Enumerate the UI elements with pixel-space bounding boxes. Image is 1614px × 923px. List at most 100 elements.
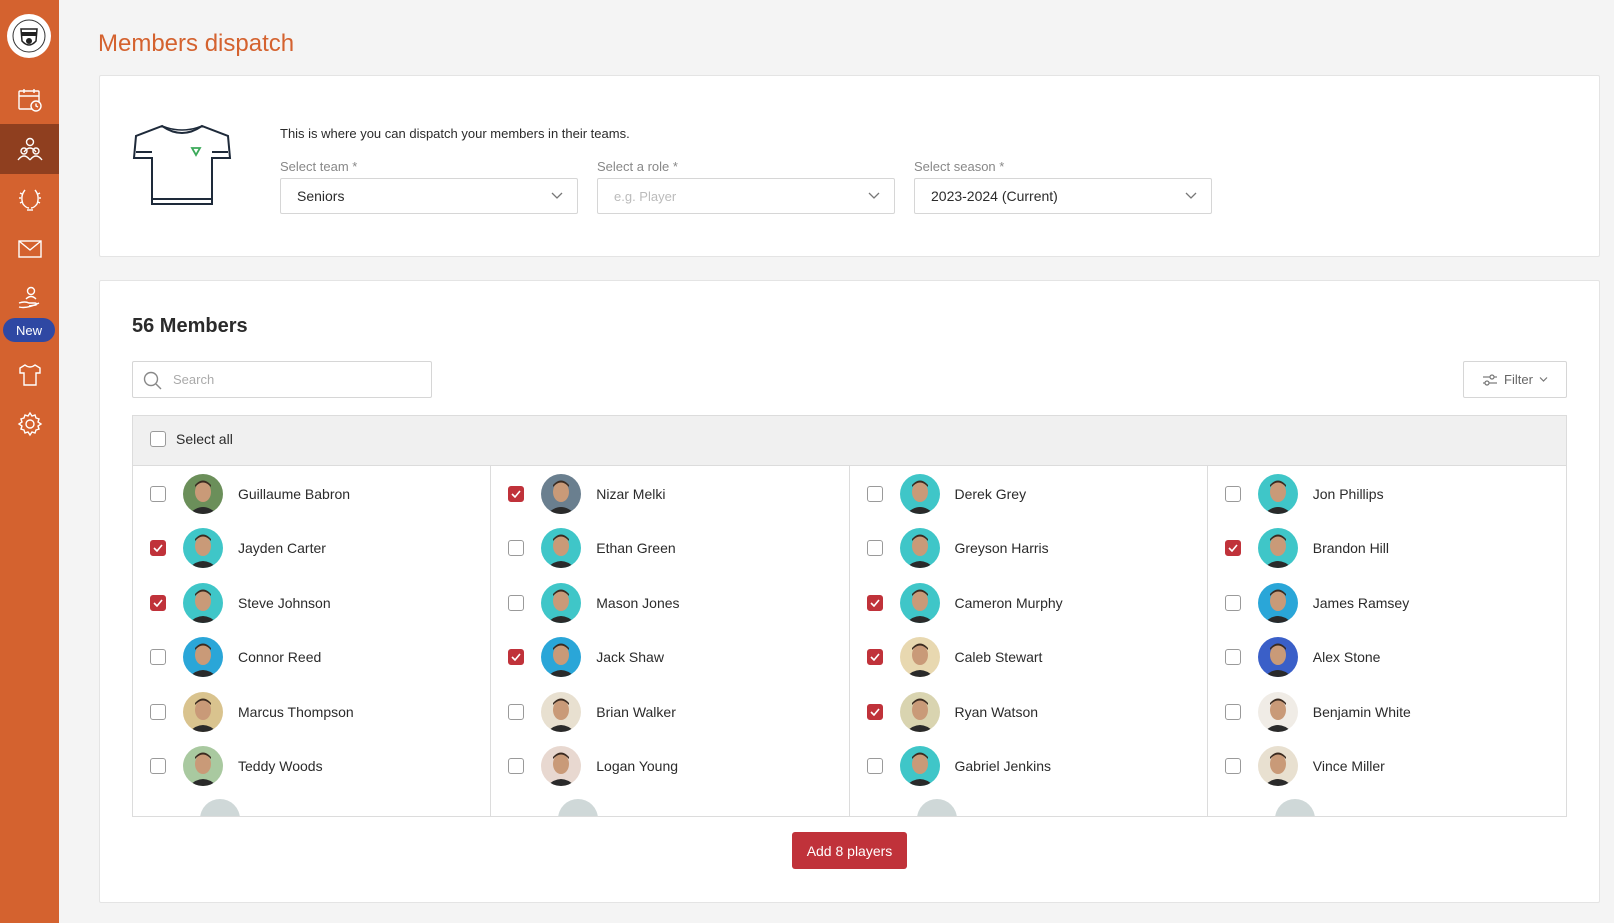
member-row[interactable]: Guillaume Babron <box>150 474 350 514</box>
person-photo-icon <box>905 698 934 732</box>
member-row[interactable]: Cameron Murphy <box>866 583 1063 623</box>
member-avatar <box>541 637 582 677</box>
member-avatar-partial <box>1274 799 1315 816</box>
member-avatar <box>1257 637 1298 677</box>
member-row[interactable]: Marcus Thompson <box>150 692 354 732</box>
member-row[interactable]: Vince Miller <box>1224 746 1385 786</box>
checkmark-icon <box>511 653 521 661</box>
member-name: James Ramsey <box>1312 595 1410 611</box>
season-label: Select season * <box>914 159 1005 174</box>
member-row[interactable]: Jon Phillips <box>1224 474 1384 514</box>
nav-competitions[interactable] <box>0 174 59 224</box>
member-checkbox[interactable] <box>508 486 525 502</box>
member-checkbox[interactable] <box>866 704 883 720</box>
member-row[interactable]: Derek Grey <box>866 474 1026 514</box>
member-checkbox[interactable] <box>866 649 883 665</box>
nav-members[interactable] <box>0 124 59 174</box>
shirt-illustration-icon <box>132 124 232 205</box>
member-avatar <box>1257 474 1298 514</box>
member-row[interactable]: Brandon Hill <box>1224 528 1390 568</box>
member-row[interactable]: James Ramsey <box>1224 583 1410 623</box>
member-checkbox[interactable] <box>508 540 525 556</box>
search-input[interactable] <box>171 371 415 388</box>
member-column: Guillaume Babron Jayden Carter Steve Johns… <box>133 466 492 816</box>
filter-button[interactable]: Filter <box>1463 361 1567 398</box>
member-avatar <box>541 746 582 786</box>
checkmark-icon <box>1228 544 1238 552</box>
member-checkbox[interactable] <box>1224 649 1241 665</box>
member-checkbox[interactable] <box>1224 540 1241 556</box>
member-avatar <box>183 474 223 514</box>
member-row[interactable]: Logan Young <box>508 746 678 786</box>
person-photo-icon <box>1263 698 1292 732</box>
select-all-checkbox[interactable] <box>150 431 166 447</box>
member-checkbox[interactable] <box>508 649 525 665</box>
nav-settings[interactable] <box>0 399 59 449</box>
member-checkbox[interactable] <box>1224 486 1241 502</box>
nav-teams[interactable] <box>0 350 59 400</box>
member-checkbox[interactable] <box>150 758 166 774</box>
members-count-title: 56 Members <box>132 315 248 337</box>
member-row[interactable]: Alex Stone <box>1224 637 1380 677</box>
mail-icon <box>17 240 42 258</box>
member-row[interactable]: Teddy Woods <box>150 746 323 786</box>
member-name: Jack Shaw <box>596 649 664 665</box>
member-row[interactable]: Connor Reed <box>150 637 321 677</box>
member-checkbox[interactable] <box>866 486 883 502</box>
member-checkbox[interactable] <box>866 595 883 611</box>
member-checkbox[interactable] <box>150 486 166 502</box>
person-photo-icon <box>547 752 576 786</box>
member-avatar <box>899 637 940 677</box>
nav-messages[interactable] <box>0 224 59 274</box>
member-name: Greyson Harris <box>954 540 1049 556</box>
person-photo-icon <box>905 752 934 786</box>
checkmark-icon <box>153 599 163 607</box>
nav-calendar[interactable] <box>0 75 59 125</box>
person-photo-icon <box>547 698 576 732</box>
list-header: Select all <box>133 416 1566 466</box>
member-row[interactable]: Brian Walker <box>508 692 676 732</box>
member-checkbox[interactable] <box>1224 704 1241 720</box>
season-select[interactable]: 2023-2024 (Current) <box>914 178 1212 214</box>
member-row[interactable]: Caleb Stewart <box>866 637 1042 677</box>
member-row[interactable]: Greyson Harris <box>866 528 1049 568</box>
member-checkbox[interactable] <box>150 540 166 556</box>
member-avatar <box>899 474 940 514</box>
member-checkbox[interactable] <box>150 595 166 611</box>
role-select[interactable]: e.g. Player <box>597 178 895 214</box>
person-photo-icon <box>189 480 217 514</box>
member-checkbox[interactable] <box>150 704 166 720</box>
member-row[interactable]: Jayden Carter <box>150 528 326 568</box>
member-row[interactable]: Ethan Green <box>508 528 676 568</box>
person-photo-icon <box>905 643 934 677</box>
member-checkbox[interactable] <box>1224 595 1241 611</box>
member-avatar <box>541 583 582 623</box>
select-all[interactable]: Select all <box>150 431 233 447</box>
checkmark-icon <box>869 708 880 716</box>
member-row[interactable]: Benjamin White <box>1224 692 1411 732</box>
member-row[interactable]: Gabriel Jenkins <box>866 746 1051 786</box>
member-checkbox[interactable] <box>508 758 525 774</box>
member-row[interactable]: Steve Johnson <box>150 583 331 623</box>
member-row[interactable]: Mason Jones <box>508 583 680 623</box>
member-checkbox[interactable] <box>866 540 883 556</box>
member-avatar <box>183 637 223 677</box>
member-avatar-partial <box>916 799 957 816</box>
person-photo-icon <box>189 534 217 568</box>
member-checkbox[interactable] <box>508 704 525 720</box>
member-name: Brandon Hill <box>1312 540 1390 556</box>
nav-volunteers[interactable] <box>0 273 59 323</box>
member-checkbox[interactable] <box>1224 758 1241 774</box>
member-row[interactable]: Ryan Watson <box>866 692 1038 732</box>
member-row[interactable]: Jack Shaw <box>508 637 664 677</box>
member-row[interactable]: Nizar Melki <box>508 474 665 514</box>
sidebar: New <box>0 0 59 923</box>
member-name: Jayden Carter <box>238 540 326 556</box>
select-all-label: Select all <box>176 431 233 447</box>
member-checkbox[interactable] <box>508 595 525 611</box>
team-select[interactable]: Seniors <box>280 178 578 214</box>
member-checkbox[interactable] <box>866 758 883 774</box>
club-logo[interactable] <box>7 14 51 58</box>
add-players-button[interactable]: Add 8 players <box>792 832 907 869</box>
member-checkbox[interactable] <box>150 649 166 665</box>
